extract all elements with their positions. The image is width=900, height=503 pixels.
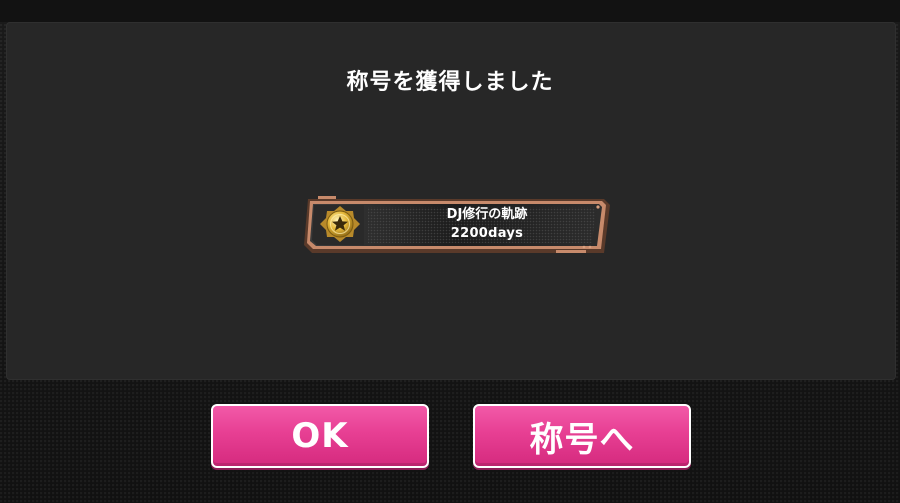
- top-bar: [0, 0, 900, 22]
- title-plate-text: DJ修行の軌跡 2200days: [378, 205, 596, 243]
- go-to-titles-button[interactable]: 称号へ: [473, 404, 691, 468]
- title-name: DJ修行の軌跡: [446, 207, 528, 222]
- ok-button[interactable]: OK: [211, 404, 429, 468]
- title-days: 2200days: [450, 226, 524, 241]
- dialog-title: 称号を獲得しました: [346, 70, 554, 95]
- screen: 称号を獲得しました DJ修行の軌跡 2200days OK 称号へ: [0, 0, 900, 503]
- title-plate: DJ修行の軌跡 2200days: [298, 193, 612, 255]
